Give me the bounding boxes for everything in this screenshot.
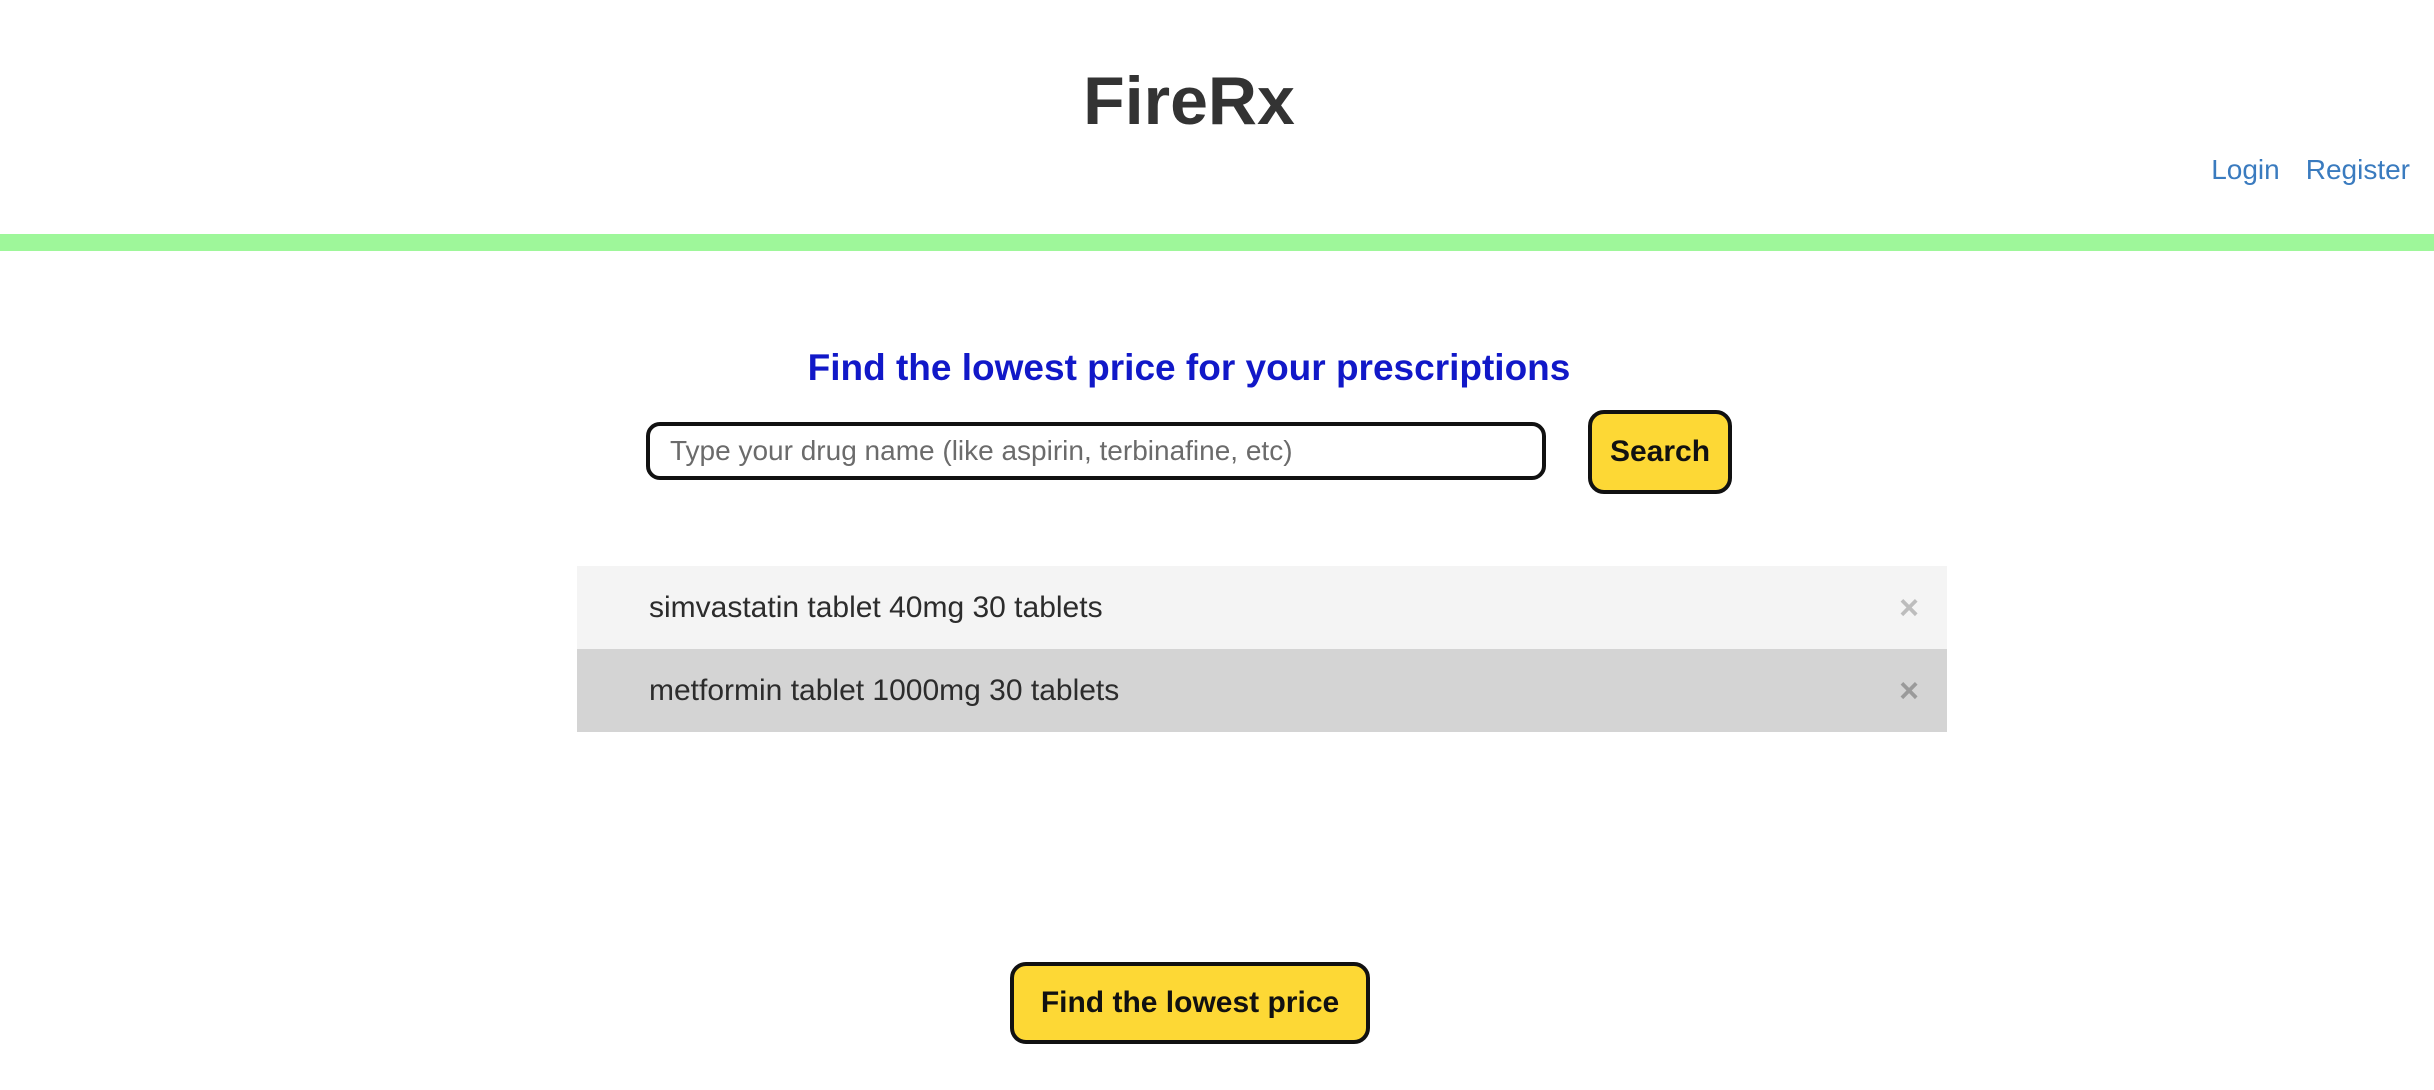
list-item: simvastatin tablet 40mg 30 tablets × (577, 566, 1947, 649)
close-icon[interactable]: × (1899, 674, 1919, 708)
top-nav: Login Register (2211, 150, 2410, 190)
prescription-list: simvastatin tablet 40mg 30 tablets × met… (577, 566, 1947, 732)
login-link[interactable]: Login (2211, 150, 2280, 190)
close-icon[interactable]: × (1899, 591, 1919, 625)
drug-search-input[interactable] (646, 422, 1546, 480)
list-item: metformin tablet 1000mg 30 tablets × (577, 649, 1947, 732)
search-button[interactable]: Search (1588, 410, 1732, 494)
prescription-label: metformin tablet 1000mg 30 tablets (649, 673, 1120, 707)
accent-bar (0, 234, 2434, 251)
page: FireRx Login Register Find the lowest pr… (0, 0, 2434, 1090)
prescription-label: simvastatin tablet 40mg 30 tablets (649, 590, 1103, 624)
brand-logo[interactable]: FireRx (0, 56, 2378, 146)
site-header: FireRx Login Register (0, 0, 2434, 234)
register-link[interactable]: Register (2306, 150, 2410, 190)
find-lowest-price-button[interactable]: Find the lowest price (1010, 962, 1370, 1044)
page-headline: Find the lowest price for your prescript… (807, 347, 1571, 388)
